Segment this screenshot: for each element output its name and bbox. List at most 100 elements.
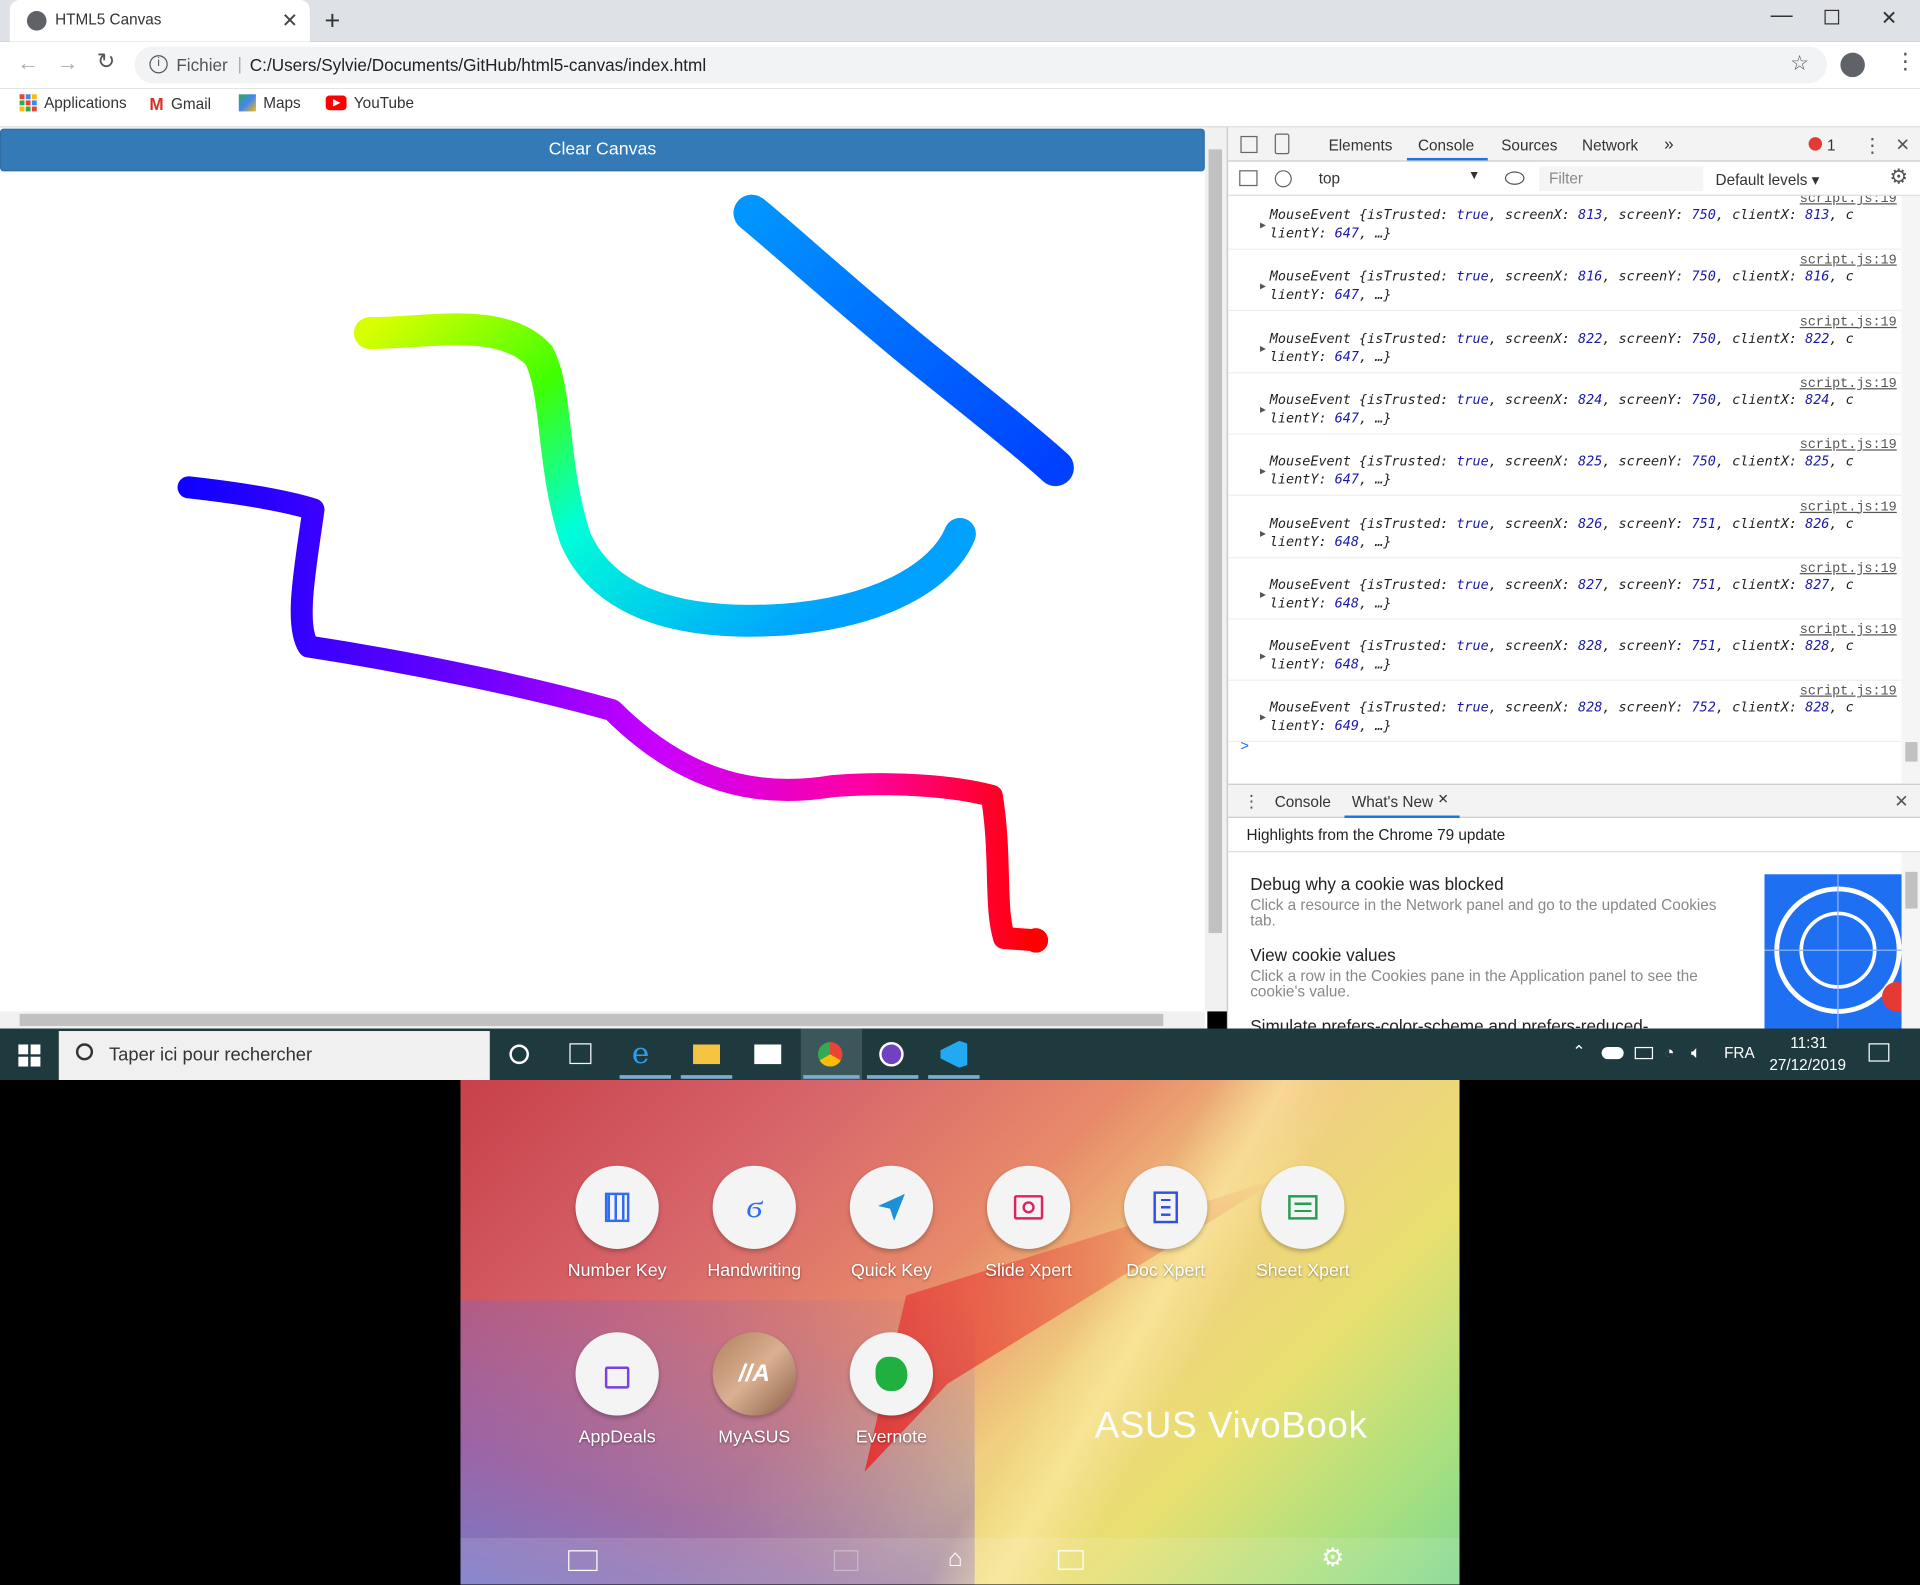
app-number-key[interactable]: Number Key: [544, 1165, 691, 1281]
console-log-row[interactable]: script.js:19 ▶ MouseEvent {isTrusted: true…: [1228, 196, 1902, 250]
levels-select[interactable]: Default levels ▾: [1716, 170, 1820, 188]
address-bar[interactable]: i Fichier | C:/Users/Sylvie/Documents/Gi…: [134, 46, 1827, 84]
new-tab-button[interactable]: +: [324, 5, 340, 37]
settings-icon[interactable]: ⚙: [1321, 1543, 1344, 1574]
clock-time[interactable]: 11:31: [1790, 1035, 1827, 1052]
console-log-row[interactable]: script.js:19 ▶ MouseEvent {isTrusted: true…: [1228, 620, 1902, 681]
edge-icon[interactable]: e: [632, 1036, 649, 1070]
context-select[interactable]: top: [1319, 170, 1340, 187]
app-doc-xpert[interactable]: Doc Xpert: [1092, 1165, 1239, 1281]
page-vertical-scrollbar[interactable]: [1204, 127, 1227, 1012]
clock-date[interactable]: 27/12/2019: [1769, 1057, 1846, 1074]
close-window-icon[interactable]: ✕: [1881, 6, 1897, 30]
app-handwriting[interactable]: ϭ Handwriting: [681, 1165, 828, 1281]
close-drawer-tab-icon[interactable]: ✕: [1438, 791, 1449, 807]
expand-triangle-icon[interactable]: ▶: [1260, 466, 1266, 477]
profile-icon[interactable]: [1840, 52, 1865, 78]
console-log-row[interactable]: script.js:19 ▶ MouseEvent {isTrusted: true…: [1228, 373, 1902, 435]
log-source-link[interactable]: script.js:19: [1800, 623, 1897, 638]
clear-canvas-button[interactable]: Clear Canvas: [0, 128, 1205, 172]
log-source-link[interactable]: script.js:19: [1800, 254, 1897, 269]
forward-icon[interactable]: →: [56, 50, 78, 76]
keyboard-switch-icon[interactable]: [568, 1550, 598, 1572]
mail-icon[interactable]: [754, 1044, 782, 1065]
sidebar-toggle-icon[interactable]: [1239, 170, 1258, 187]
drawer-tab-console[interactable]: Console: [1275, 793, 1331, 810]
log-source-link[interactable]: script.js:19: [1800, 377, 1897, 392]
app-slide-xpert[interactable]: Slide Xpert: [955, 1165, 1102, 1281]
tab-elements[interactable]: Elements: [1329, 137, 1393, 154]
settings-gear-icon[interactable]: ⚙: [1889, 165, 1908, 189]
devtools-menu-icon[interactable]: ⋮: [1862, 133, 1882, 157]
restore-icon[interactable]: [1824, 9, 1840, 25]
tab-sources[interactable]: Sources: [1501, 137, 1557, 154]
close-tab-icon[interactable]: ✕: [282, 9, 298, 33]
console-log-row[interactable]: script.js:19 ▶ MouseEvent {isTrusted: true…: [1228, 435, 1902, 497]
expand-triangle-icon[interactable]: ▶: [1260, 281, 1266, 292]
drawing-canvas[interactable]: [0, 171, 1205, 1016]
home-icon[interactable]: ⌂: [948, 1545, 963, 1573]
app-evernote[interactable]: Evernote: [818, 1332, 965, 1447]
drawer-menu-icon[interactable]: ⋮: [1243, 791, 1260, 812]
expand-triangle-icon[interactable]: ▶: [1260, 650, 1266, 661]
taskbar-search[interactable]: Taper ici pour rechercher: [58, 1031, 490, 1081]
tab-console[interactable]: Console: [1418, 137, 1474, 154]
expand-triangle-icon[interactable]: ▶: [1260, 404, 1266, 415]
log-source-link[interactable]: script.js:19: [1800, 439, 1897, 454]
volume-icon[interactable]: 🔈︎: [1691, 1042, 1701, 1063]
app-sheet-xpert[interactable]: Sheet Xpert: [1229, 1165, 1376, 1281]
log-source-link[interactable]: script.js:19: [1800, 315, 1897, 330]
menu-icon[interactable]: ⋮: [1894, 49, 1916, 75]
eye-icon[interactable]: [1504, 171, 1525, 185]
devtools-close-icon[interactable]: ✕: [1896, 135, 1910, 156]
bookmark-applications[interactable]: Applications: [19, 94, 127, 112]
expand-triangle-icon[interactable]: ▶: [1260, 219, 1266, 230]
console-log-row[interactable]: script.js:19 ▶ MouseEvent {isTrusted: true…: [1228, 681, 1902, 743]
bookmark-gmail[interactable]: M Gmail: [149, 94, 211, 114]
vscode-icon[interactable]: [940, 1040, 968, 1068]
chrome-icon[interactable]: [817, 1042, 843, 1067]
battery-icon[interactable]: [1634, 1046, 1654, 1060]
console-log-row[interactable]: script.js:19 ▶ MouseEvent {isTrusted: true…: [1228, 558, 1902, 620]
expand-triangle-icon[interactable]: ▶: [1260, 712, 1266, 723]
drawer-tab-whats-new[interactable]: What's New: [1352, 793, 1433, 810]
close-drawer-icon[interactable]: ✕: [1894, 791, 1908, 812]
bookmark-maps[interactable]: Maps: [238, 94, 301, 112]
console-log-row[interactable]: script.js:19 ▶ MouseEvent {isTrusted: true…: [1228, 250, 1902, 312]
error-count[interactable]: 1: [1827, 137, 1836, 154]
log-source-link[interactable]: script.js:19: [1800, 562, 1897, 577]
news-item-2[interactable]: View cookie values Click a row in the Co…: [1250, 945, 1740, 1000]
console-scrollbar[interactable]: [1901, 195, 1920, 784]
inspect-icon[interactable]: [1240, 135, 1258, 154]
language-indicator[interactable]: FRA: [1724, 1044, 1755, 1061]
expand-triangle-icon[interactable]: ▶: [1260, 589, 1266, 600]
back-icon[interactable]: ←: [17, 50, 39, 76]
file-explorer-icon[interactable]: [693, 1044, 721, 1065]
clear-console-icon[interactable]: [1274, 170, 1292, 188]
windows-start-icon[interactable]: [18, 1044, 41, 1067]
app-quick-key[interactable]: Quick Key: [818, 1165, 965, 1281]
expand-triangle-icon[interactable]: ▶: [1260, 342, 1266, 353]
app-appdeals[interactable]: AppDeals: [544, 1332, 691, 1447]
console-log-row[interactable]: script.js:19 ▶ MouseEvent {isTrusted: true…: [1228, 312, 1902, 373]
more-tabs-icon[interactable]: »: [1664, 133, 1674, 153]
device-toolbar-icon[interactable]: [1274, 133, 1290, 155]
tab-network[interactable]: Network: [1582, 137, 1638, 154]
news-item-3[interactable]: Simulate prefers-color-scheme and prefer…: [1250, 1016, 1740, 1028]
recent-apps-icon[interactable]: [1057, 1550, 1084, 1570]
github-desktop-icon[interactable]: [879, 1042, 904, 1067]
browser-tab[interactable]: HTML5 Canvas ✕: [9, 0, 310, 42]
expand-triangle-icon[interactable]: ▶: [1260, 527, 1266, 538]
reload-icon[interactable]: ↻: [97, 49, 115, 75]
drawer-scrollbar[interactable]: [1901, 852, 1920, 1029]
console-log-row[interactable]: script.js:19 ▶ MouseEvent {isTrusted: true…: [1228, 497, 1902, 558]
wifi-icon[interactable]: ◔: [1664, 1042, 1674, 1062]
log-source-link[interactable]: script.js:19: [1800, 685, 1897, 700]
log-source-link[interactable]: script.js:19: [1800, 500, 1897, 515]
onedrive-icon[interactable]: [1601, 1046, 1624, 1060]
tray-chevron-icon[interactable]: ⌃: [1572, 1042, 1585, 1062]
page-horizontal-scrollbar[interactable]: [0, 1011, 1205, 1029]
filter-input[interactable]: Filter: [1539, 166, 1704, 192]
app-myasus[interactable]: //A MyASUS: [681, 1332, 828, 1447]
task-view-icon[interactable]: [569, 1043, 592, 1065]
